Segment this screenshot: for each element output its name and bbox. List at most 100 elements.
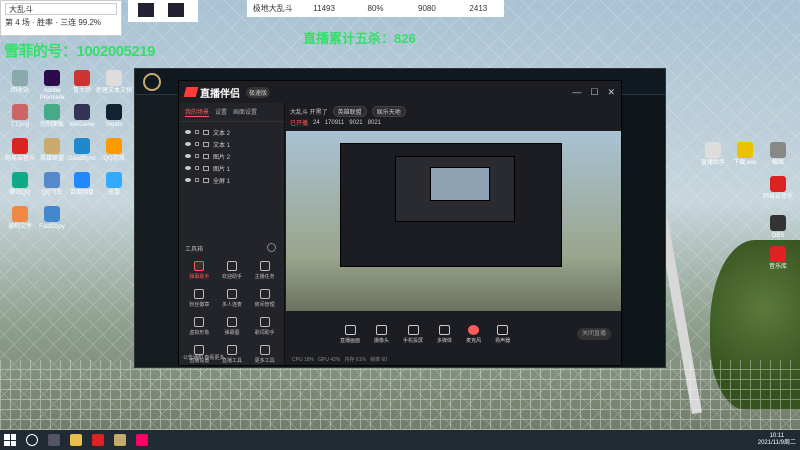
tab-settings[interactable]: 设置 (215, 107, 227, 117)
tool-label: 房间管理 (254, 302, 275, 308)
room-tag[interactable]: 娱乐天地 (371, 106, 406, 117)
desktop-icon[interactable]: 下载.exe (727, 142, 763, 167)
desktop-icon[interactable]: Steam (96, 104, 132, 129)
companion-taskbar-icon[interactable] (136, 434, 148, 446)
stream-companion-window[interactable]: 直播伴侣 极速版 — ☐ ✕ 我的场景 设置 画面设置 文本 2 文本 1 图片 2… (178, 80, 622, 366)
toolbar-button[interactable]: 直播画面 (340, 324, 360, 344)
desktop-icon-label: TT.png (10, 122, 30, 128)
desktop-icon[interactable]: OBS (760, 215, 796, 240)
toolbar-button[interactable]: 扬声器 (495, 324, 510, 344)
app-icon (12, 138, 28, 154)
toolbar-button[interactable]: 麦克风 (466, 324, 481, 344)
tool-icon (194, 289, 205, 299)
room-title: 大乱斗 开黑了 (290, 110, 328, 116)
scene-item[interactable]: 图片 1 (185, 162, 278, 174)
tool-item[interactable]: 歌词助手 (248, 317, 281, 336)
tool-item[interactable]: 虚拟形象 (183, 317, 216, 336)
eye-icon[interactable] (185, 130, 191, 134)
toolbar-button[interactable]: 摄像头 (374, 324, 389, 344)
desktop-icon[interactable]: 迅雷 (96, 172, 132, 197)
tool-icon (226, 289, 237, 299)
eye-icon[interactable] (185, 154, 191, 158)
task-view-icon[interactable] (48, 434, 60, 446)
minimize-button[interactable]: — (572, 87, 581, 98)
close-button[interactable]: ✕ (607, 87, 615, 98)
overlay-info-line: 第 4 场 · 胜率 · 三连 99.2% (5, 18, 102, 27)
desktop-icon[interactable]: 音乐库 (760, 246, 796, 271)
app-icon (44, 138, 60, 154)
desktop-icon[interactable]: 腾讯QQ (2, 172, 38, 197)
titlebar[interactable]: 直播伴侣 极速版 — ☐ ✕ (179, 81, 621, 103)
preview-nested-window (340, 143, 562, 267)
scene-item[interactable]: 图片 2 (185, 150, 278, 162)
scene-item[interactable]: 文本 2 (185, 126, 278, 138)
toolbar-button[interactable]: 多媒体 (437, 324, 452, 344)
tool-icon (194, 317, 205, 327)
desktop-icon[interactable]: 百度网盘 (64, 172, 100, 197)
maximize-button[interactable]: ☐ (590, 87, 598, 98)
toolbox-grid: 弹幕助手 欢迎助手 主播任务 粉丝徽章 多人连麦 房间管理 虚拟形象 弹幕图 歌词助手 直播设置直… (183, 261, 281, 364)
window-controls: — ☐ ✕ (572, 87, 615, 98)
lock-icon[interactable] (195, 142, 199, 146)
tool-icon (259, 289, 270, 299)
stream-preview[interactable] (286, 131, 621, 311)
toolbar-button[interactable]: 手机投屏 (403, 324, 423, 344)
desktop-icon[interactable]: TT.png (2, 104, 38, 129)
tool-item[interactable]: 主播任务 (248, 261, 281, 280)
tool-item[interactable]: 粉丝徽章 (183, 289, 216, 308)
desktop-icon[interactable]: FastCopy (34, 206, 70, 231)
league-taskbar-icon[interactable] (114, 434, 126, 446)
desktop-icon-label: 腾讯QQ (9, 190, 31, 196)
desktop-icon[interactable]: GoodSync (64, 138, 100, 163)
tab-scenes[interactable]: 我的场景 (185, 107, 210, 117)
room-category[interactable]: 英雄联盟 (332, 106, 367, 117)
desktop-icon-label: 录制文件 (7, 224, 32, 230)
desktop-icon[interactable]: 直播助手 (695, 142, 731, 167)
tool-label: 主播任务 (254, 274, 275, 280)
desktop-icon[interactable]: 网易云音乐 (760, 176, 796, 201)
desktop-icon-label: GoodSync (67, 156, 97, 162)
start-button[interactable] (4, 434, 16, 446)
app-icon (12, 206, 28, 222)
desktop-icon[interactable]: 截图 (760, 142, 796, 167)
search-icon[interactable] (26, 434, 38, 446)
tool-item[interactable]: 多人连麦 (216, 289, 249, 308)
tool-item[interactable]: 房间管理 (248, 289, 281, 308)
lock-icon[interactable] (195, 166, 199, 170)
desktop-icon[interactable]: 回收站 (2, 70, 38, 95)
scene-item[interactable]: 全屏 1 (185, 174, 278, 186)
tool-item[interactable]: 弹幕图 (216, 317, 249, 336)
notice-text[interactable]: 公告通知 查看更多 (183, 354, 224, 361)
app-icon (44, 70, 60, 86)
desktop-icon[interactable]: 新建文本文档 (96, 70, 132, 95)
scene-label: 全屏 1 (213, 178, 231, 185)
desktop-icon[interactable]: 录制文件 (2, 206, 38, 231)
scene-item[interactable]: 文本 1 (185, 138, 278, 150)
desktop-icon[interactable]: WeGame (64, 104, 100, 129)
thumbnail (138, 3, 154, 17)
lock-icon[interactable] (195, 130, 199, 134)
lock-icon[interactable] (195, 178, 199, 182)
desktop-icon[interactable]: QQ游戏 (96, 138, 132, 163)
desktop-icon[interactable]: 鲁大师 (64, 70, 100, 95)
netease-music-icon[interactable] (92, 434, 104, 446)
tool-item[interactable]: 更多工具 (248, 345, 281, 364)
desktop-icon-label: 回收站 (10, 88, 29, 94)
stop-stream-button[interactable]: 关闭直播 (577, 328, 611, 340)
toolbox-more-button[interactable] (267, 243, 276, 252)
tool-item[interactable]: 欢迎助手 (216, 261, 249, 280)
app-icon (770, 176, 786, 192)
lock-icon[interactable] (195, 154, 199, 158)
tool-label: 多人连麦 (221, 302, 242, 308)
eye-icon[interactable] (185, 166, 191, 170)
eye-icon[interactable] (185, 178, 191, 182)
tab-display[interactable]: 画面设置 (233, 107, 257, 117)
toolbar-icon (439, 324, 451, 335)
desktop-icon[interactable]: 网易云音乐 (2, 138, 38, 163)
tool-label: 弹幕图 (224, 330, 240, 336)
eye-icon[interactable] (185, 142, 191, 146)
file-explorer-icon[interactable] (70, 434, 82, 446)
clock[interactable]: 10:11 2021/11/9周二 (758, 433, 796, 447)
tool-item[interactable]: 弹幕助手 (183, 261, 216, 280)
app-icon (770, 215, 786, 231)
